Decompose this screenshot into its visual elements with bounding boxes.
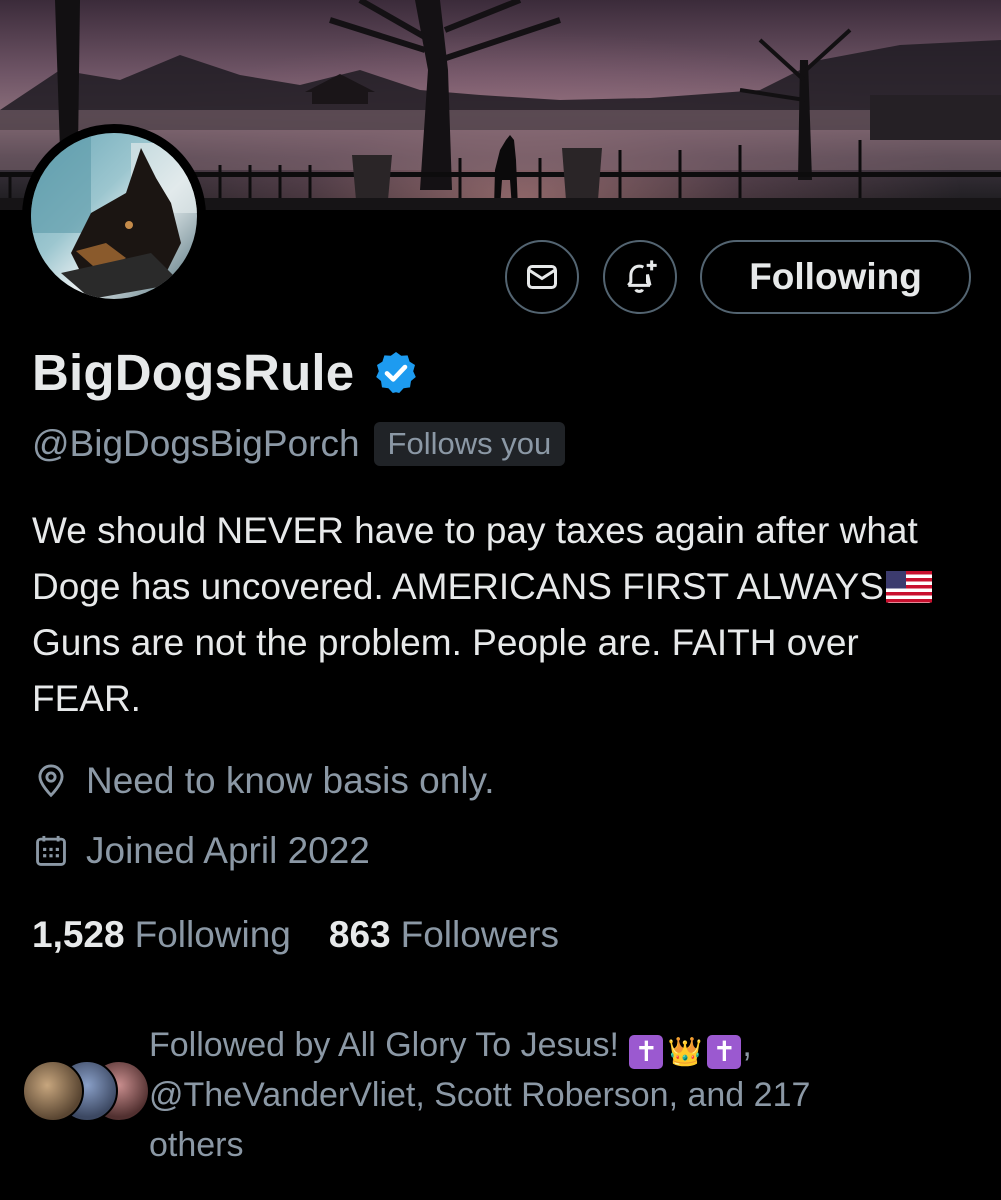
bio: We should NEVER have to pay taxes again …	[32, 503, 967, 727]
following-stat-link[interactable]: 1,528 Following	[32, 914, 291, 956]
location-row: Need to know basis only.	[32, 760, 495, 802]
bell-plus-icon	[627, 260, 657, 293]
verified-badge-icon[interactable]	[372, 349, 420, 397]
following-button[interactable]: Following	[700, 240, 971, 314]
location-pin-icon	[38, 764, 64, 798]
crown-emoji: 👑	[667, 1036, 703, 1067]
display-name: BigDogsRule	[32, 344, 355, 401]
following-label: Following	[134, 914, 291, 955]
calendar-icon	[36, 835, 66, 866]
us-flag-icon	[886, 571, 933, 603]
user-handle: @BigDogsBigPorch	[32, 423, 360, 464]
followed-by-text[interactable]: Followed by All Glory To Jesus! ✝ 👑 ✝, @Th…	[149, 1020, 909, 1170]
followed-by-avatars[interactable]	[22, 1060, 150, 1122]
followers-count: 863	[328, 914, 391, 955]
avatar[interactable]	[22, 124, 206, 308]
latin-cross-emoji: ✝	[707, 1035, 742, 1069]
followers-stat-link[interactable]: 863 Followers	[329, 914, 559, 956]
joined-row: Joined April 2022	[32, 830, 370, 872]
following-count: 1,528	[32, 914, 125, 955]
followers-label: Followers	[400, 914, 559, 955]
message-button[interactable]	[505, 240, 579, 314]
mail-icon	[527, 265, 557, 289]
avatar-image	[31, 133, 197, 299]
joined-text: Joined April 2022	[86, 830, 370, 871]
latin-cross-emoji: ✝	[629, 1035, 664, 1069]
location-text: Need to know basis only.	[86, 760, 495, 801]
handle-row: @BigDogsBigPorch Follows you	[32, 422, 566, 466]
notify-button[interactable]	[603, 240, 677, 314]
follows-you-badge: Follows you	[373, 422, 566, 466]
name-row: BigDogsRule	[32, 343, 420, 402]
bio-text-part1: We should NEVER have to pay taxes again …	[32, 510, 918, 607]
avatar	[22, 1060, 84, 1122]
follow-stats: 1,528 Following 863 Followers	[32, 914, 559, 956]
followed-by-prefix: Followed by All Glory To Jesus!	[149, 1026, 629, 1064]
bio-text-part2: Guns are not the problem. People are. FA…	[32, 622, 859, 719]
